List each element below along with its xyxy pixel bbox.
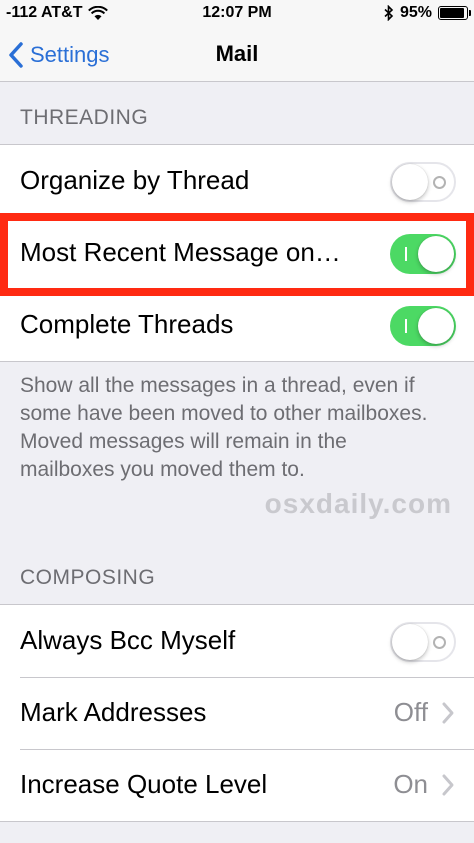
mark-addresses-value: Off — [393, 697, 428, 727]
threading-group: Organize by Thread Most Recent Message o… — [0, 144, 474, 362]
toggle-knob — [392, 624, 428, 660]
row-organize-by-thread: Organize by Thread — [0, 145, 474, 217]
row-most-recent-message-on-top: Most Recent Message on… — [0, 217, 474, 289]
threading-section-header: THREADING — [20, 106, 149, 129]
complete-threads-toggle[interactable] — [390, 306, 456, 346]
toggle-on-indicator — [405, 247, 407, 261]
battery-level-fill — [440, 8, 464, 18]
row-complete-threads: Complete Threads — [0, 289, 474, 361]
most-recent-message-toggle[interactable] — [390, 234, 456, 274]
threading-footer-note: Show all the messages in a thread, even … — [20, 374, 428, 481]
page-title: Mail — [215, 41, 259, 66]
battery-percent: 95% — [399, 4, 432, 21]
row-increase-quote-level[interactable]: Increase Quote Level On — [0, 749, 474, 821]
organize-by-thread-toggle[interactable] — [390, 162, 456, 202]
toggle-on-indicator — [405, 319, 407, 333]
increase-quote-level-value: On — [393, 769, 428, 799]
bluetooth-icon — [384, 5, 394, 21]
composing-section-header: COMPOSING — [20, 566, 156, 589]
row-label: Complete Threads — [20, 309, 234, 339]
composing-group: Always Bcc Myself Mark Addresses Off Inc… — [0, 604, 474, 822]
toggle-off-indicator — [433, 636, 446, 649]
toggle-knob — [418, 308, 454, 344]
row-label: Most Recent Message on… — [20, 237, 341, 267]
always-bcc-myself-toggle[interactable] — [390, 622, 456, 662]
row-label: Always Bcc Myself — [20, 625, 236, 655]
chevron-right-icon — [442, 774, 454, 796]
toggle-off-indicator — [433, 176, 446, 189]
watermark: osxdaily.com — [264, 488, 452, 519]
row-label: Mark Addresses — [20, 697, 207, 727]
row-mark-addresses[interactable]: Mark Addresses Off — [0, 677, 474, 749]
row-label: Increase Quote Level — [20, 769, 268, 799]
chevron-right-icon — [442, 702, 454, 724]
row-label: Organize by Thread — [20, 165, 250, 195]
row-always-bcc-myself: Always Bcc Myself — [0, 605, 474, 677]
status-right: 95% — [384, 4, 471, 22]
status-bar: -112 AT&T 12:07 PM 95% — [0, 0, 474, 28]
toggle-knob — [418, 236, 454, 272]
battery-icon — [438, 6, 471, 20]
mail-settings-screen: -112 AT&T 12:07 PM 95% Settings Mail THR… — [0, 0, 474, 843]
navigation-bar: Settings Mail — [0, 28, 474, 82]
toggle-knob — [392, 164, 428, 200]
